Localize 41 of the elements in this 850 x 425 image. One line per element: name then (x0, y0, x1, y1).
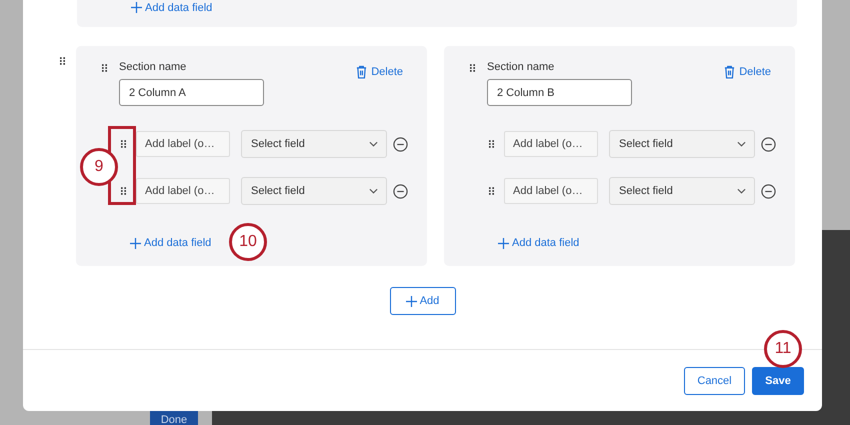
chevron-down-icon (737, 141, 746, 147)
trash-icon (356, 65, 368, 79)
save-button[interactable]: Save (752, 367, 804, 395)
select-field-dropdown[interactable]: Select field (241, 177, 387, 205)
chevron-down-icon (737, 188, 746, 194)
plus-icon (406, 296, 417, 306)
select-field-dropdown[interactable]: Select field (241, 130, 387, 158)
add-button[interactable]: Add (390, 287, 456, 315)
remove-icon[interactable] (761, 184, 776, 198)
label-field[interactable]: Add label (o… (504, 131, 598, 157)
plus-icon (131, 2, 142, 13)
chevron-down-icon (369, 141, 378, 147)
remove-icon[interactable] (393, 184, 408, 198)
plus-icon (498, 238, 509, 248)
drag-handle-icon[interactable] (470, 64, 475, 72)
label-field[interactable]: Add label (o… (136, 131, 230, 157)
section-name-field[interactable]: 2 Column B (487, 79, 632, 106)
section-name-label: Section name (487, 60, 556, 74)
chevron-down-icon (369, 188, 378, 194)
remove-icon[interactable] (761, 136, 776, 152)
drag-handle-icon[interactable] (489, 140, 494, 148)
plus-icon (130, 238, 141, 248)
drag-handle-icon[interactable] (60, 57, 65, 65)
select-field-dropdown[interactable]: Select field (609, 177, 755, 205)
label-field[interactable]: Add label (o… (136, 178, 230, 204)
add-data-field-link[interactable]: Add data field (498, 237, 580, 249)
drag-handle-icon[interactable] (121, 187, 126, 195)
trash-icon (724, 65, 736, 79)
cancel-button[interactable]: Cancel (684, 367, 745, 395)
section-name-label: Section name (119, 60, 188, 74)
drag-handle-icon[interactable] (489, 187, 494, 195)
add-data-field-link[interactable]: Add data field (130, 237, 212, 249)
drag-handle-icon[interactable] (121, 140, 126, 148)
drag-handle-icon[interactable] (102, 64, 107, 72)
section-name-field[interactable]: 2 Column A (119, 79, 264, 106)
delete-link[interactable]: Delete (356, 65, 403, 79)
select-field-dropdown[interactable]: Select field (609, 130, 755, 158)
delete-link[interactable]: Delete (724, 65, 771, 79)
label-field[interactable]: Add label (o… (504, 178, 598, 204)
remove-icon[interactable] (393, 136, 408, 152)
add-data-field-link[interactable]: Add data field (131, 0, 212, 14)
